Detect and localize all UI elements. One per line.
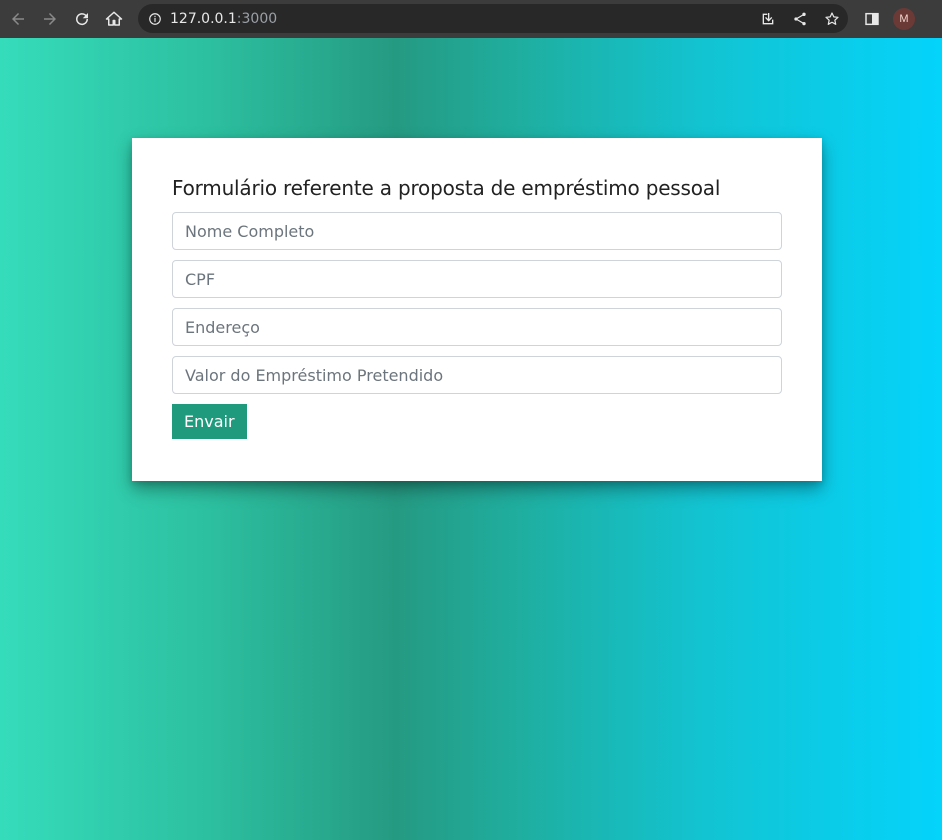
loan-amount-input[interactable] (172, 356, 782, 394)
url-host: 127.0.0.1 (170, 10, 237, 27)
home-button[interactable] (98, 3, 130, 35)
address-input[interactable] (172, 308, 782, 346)
arrow-right-icon (44, 13, 56, 25)
loan-form-card: Formulário referente a proposta de empré… (132, 138, 822, 481)
reload-button[interactable] (66, 3, 98, 35)
cpf-input[interactable] (172, 260, 782, 298)
submit-button[interactable]: Envair (172, 404, 247, 439)
side-panel-button[interactable] (856, 3, 888, 35)
home-icon (105, 11, 123, 26)
bookmark-button[interactable] (816, 4, 848, 33)
share-icon (794, 12, 806, 25)
arrow-left-icon (12, 13, 24, 25)
omnibox-actions (752, 4, 848, 33)
form-title: Formulário referente a proposta de empré… (172, 176, 721, 200)
profile-button[interactable]: M (888, 3, 920, 35)
avatar: M (893, 8, 915, 30)
side-panel-icon (865, 12, 879, 26)
install-icon (762, 12, 774, 24)
page-background: Formulário referente a proposta de empré… (0, 38, 942, 840)
toolbar-right: M (856, 3, 920, 35)
full-name-input[interactable] (172, 212, 782, 250)
address-bar[interactable]: 127.0.0.1:3000 (138, 4, 848, 33)
back-button[interactable] (2, 3, 34, 35)
url-port: :3000 (236, 10, 278, 27)
forward-button[interactable] (34, 3, 66, 35)
share-button[interactable] (784, 4, 816, 33)
star-icon (825, 11, 839, 25)
browser-toolbar: 127.0.0.1:3000 M (0, 0, 942, 38)
install-app-button[interactable] (752, 4, 784, 33)
reload-icon (76, 13, 89, 26)
info-icon (149, 12, 161, 25)
url-text: 127.0.0.1:3000 (170, 11, 277, 27)
